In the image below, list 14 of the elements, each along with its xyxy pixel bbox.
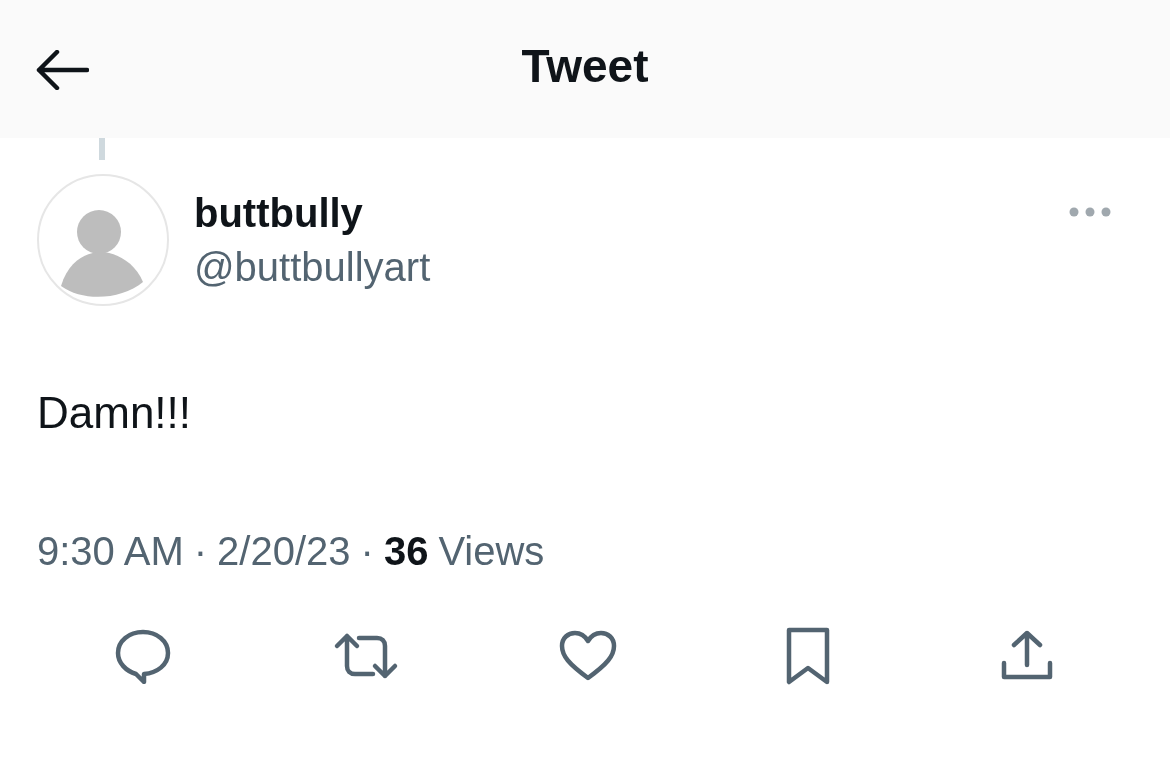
tweet-text: Damn!!! xyxy=(37,387,193,439)
separator: · xyxy=(193,528,208,575)
reply-icon xyxy=(114,628,172,684)
page-title: Tweet xyxy=(521,38,649,94)
meta-text: Views xyxy=(438,528,545,575)
more-icon xyxy=(1069,207,1111,217)
user-name[interactable]: buttbully xyxy=(194,188,431,238)
separator: · xyxy=(360,528,374,575)
meta-text: 9:30 AM xyxy=(37,528,184,575)
meta-text: 2/20/23 xyxy=(217,528,351,575)
heart-icon xyxy=(559,630,617,682)
back-arrow-icon xyxy=(35,50,89,90)
view-count: 36 xyxy=(383,528,429,575)
user-handle[interactable]: @buttbullyart xyxy=(194,242,431,292)
